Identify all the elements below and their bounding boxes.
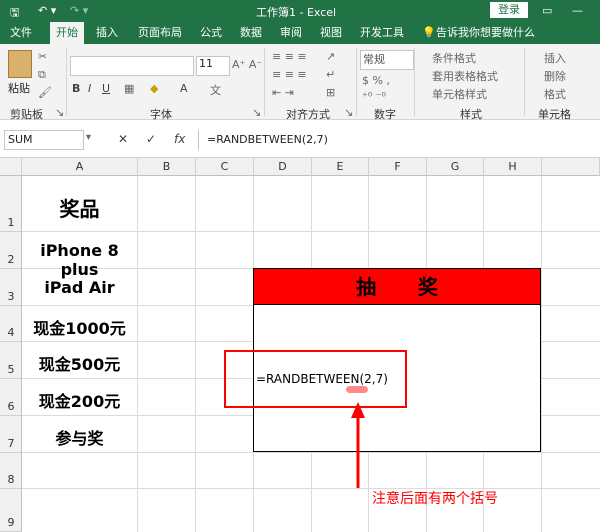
insert-cells-button[interactable]: 插入 [544,50,566,66]
cell-a4[interactable]: 现金1000元 [22,315,137,339]
cell-a5[interactable]: 现金500元 [22,351,137,375]
border-icon[interactable]: ▦ [124,82,134,95]
row-header-8[interactable]: 8 [0,453,22,489]
column-header-e[interactable]: E [312,158,369,176]
tab-data[interactable]: 数据 [240,25,262,44]
tab-view[interactable]: 视图 [320,25,342,44]
tab-insert[interactable]: 插入 [96,25,118,44]
tab-formulas[interactable]: 公式 [200,25,222,44]
row-header-1[interactable]: 1 [0,176,22,232]
cell-a7[interactable]: 参与奖 [22,425,137,449]
row-header-5[interactable]: 5 [0,342,22,379]
formula-input[interactable]: =RANDBETWEEN(2,7) [198,130,600,150]
lottery-header[interactable]: 抽 奖 [254,269,540,305]
redo-icon[interactable]: ↷ ▾ [70,4,88,17]
underline-icon[interactable]: U [102,82,110,95]
align-top-icon[interactable]: ≡ ≡ ≡ [272,50,307,63]
format-painter-icon[interactable]: 🖌 [38,86,52,99]
tab-home[interactable]: 开始 [50,22,84,44]
font-launcher-icon[interactable]: ↘ [252,106,261,119]
undo-icon[interactable]: ↶ ▾ [38,4,56,17]
enter-icon[interactable]: ✓ [146,132,156,146]
font-name-select[interactable] [70,56,194,76]
clipboard-launcher-icon[interactable]: ↘ [55,106,64,119]
column-header-i[interactable] [542,158,600,176]
row-header-7[interactable]: 7 [0,416,22,453]
font-color-icon[interactable]: A [180,82,188,95]
minimize-icon[interactable]: — [572,4,583,17]
ribbon: 粘贴 ✂ ⧉ 🖌 剪贴板 ↘ 11 A⁺ A⁻ B I U ▦ ◆ A 文 字体… [0,44,600,121]
paste-label[interactable]: 粘贴 [8,80,30,96]
row-header-3[interactable]: 3 [0,269,22,306]
bold-icon[interactable]: B [72,82,80,95]
fill-color-icon[interactable]: ◆ [150,82,158,95]
row-header-6[interactable]: 6 [0,379,22,416]
save-icon[interactable]: 🖫 [10,4,19,23]
orientation-icon[interactable]: ↗ [326,50,335,63]
column-header-h[interactable]: H [484,158,542,176]
cancel-icon[interactable]: ✕ [118,132,128,146]
number-format-select[interactable]: 常规 [360,50,414,70]
currency-icon[interactable]: $ % , [362,74,390,87]
column-header-d[interactable]: D [254,158,312,176]
cut-icon[interactable]: ✂ [38,50,47,63]
row-header-2[interactable]: 2 [0,232,22,269]
column-header-b[interactable]: B [138,158,196,176]
select-all-corner[interactable] [0,158,22,176]
alignment-launcher-icon[interactable]: ↘ [344,106,353,119]
decimal-icon[interactable]: ⁺⁰ ⁻⁰ [362,90,386,103]
wrap-text-icon[interactable]: ↵ [326,68,335,81]
cell-style-button[interactable]: 单元格样式 [432,86,487,102]
copy-icon[interactable]: ⧉ [38,68,46,82]
table-format-button[interactable]: 套用表格格式 [432,68,498,84]
grow-font-icon[interactable]: A⁺ A⁻ [232,58,262,71]
delete-cells-button[interactable]: 删除 [544,68,566,84]
merge-icon[interactable]: ⊞ [326,86,335,99]
cell-a6[interactable]: 现金200元 [22,388,137,412]
arrow-up-icon [351,402,365,488]
row-header-4[interactable]: 4 [0,306,22,342]
column-header-f[interactable]: F [369,158,427,176]
column-header-c[interactable]: C [196,158,254,176]
conditional-format-button[interactable]: 条件格式 [432,50,476,66]
ribbon-tabs: 文件 开始 插入 页面布局 公式 数据 审阅 视图 开发工具 💡 告诉我你想要做… [0,22,600,44]
window-title: 工作簿1 - Excel [256,6,337,19]
paste-icon[interactable] [8,50,32,78]
formula-bar: SUM ▾ ✕ ✓ fx =RANDBETWEEN(2,7) [0,120,600,158]
lightbulb-icon[interactable]: 💡 [422,25,436,44]
row-header-9[interactable]: 9 [0,489,22,532]
column-header-g[interactable]: G [427,158,484,176]
name-box[interactable]: SUM [4,130,84,150]
tell-me-box[interactable]: 告诉我你想要做什么 [436,25,535,44]
cell-a2[interactable]: iPhone 8 plus [22,241,137,279]
indent-icon[interactable]: ⇤ ⇥ [272,86,294,99]
font-size-select[interactable]: 11 [196,56,230,76]
italic-icon[interactable]: I [88,82,91,95]
login-button[interactable]: 登录 [490,2,528,18]
tab-developer[interactable]: 开发工具 [360,25,404,44]
column-header-a[interactable]: A [22,158,138,176]
name-box-dropdown-icon[interactable]: ▾ [86,132,91,143]
phonetic-icon[interactable]: 文 [210,82,221,98]
cell-a1[interactable]: 奖品 [22,193,137,222]
title-bar: 🖫 ↶ ▾ ↷ ▾ 工作簿1 - Excel 登录 ▭ — [0,0,600,22]
format-cells-button[interactable]: 格式 [544,86,566,102]
annotation-text: 注意后面有两个括号 [372,491,498,507]
ribbon-display-icon[interactable]: ▭ [542,4,552,17]
insert-function-icon[interactable]: fx [174,132,185,146]
tab-file[interactable]: 文件 [10,25,32,44]
cell-a3[interactable]: iPad Air [22,278,137,297]
align-left-icon[interactable]: ≡ ≡ ≡ [272,68,307,81]
tab-review[interactable]: 审阅 [280,25,302,44]
highlight-rectangle [224,350,407,408]
tab-page-layout[interactable]: 页面布局 [138,25,182,44]
